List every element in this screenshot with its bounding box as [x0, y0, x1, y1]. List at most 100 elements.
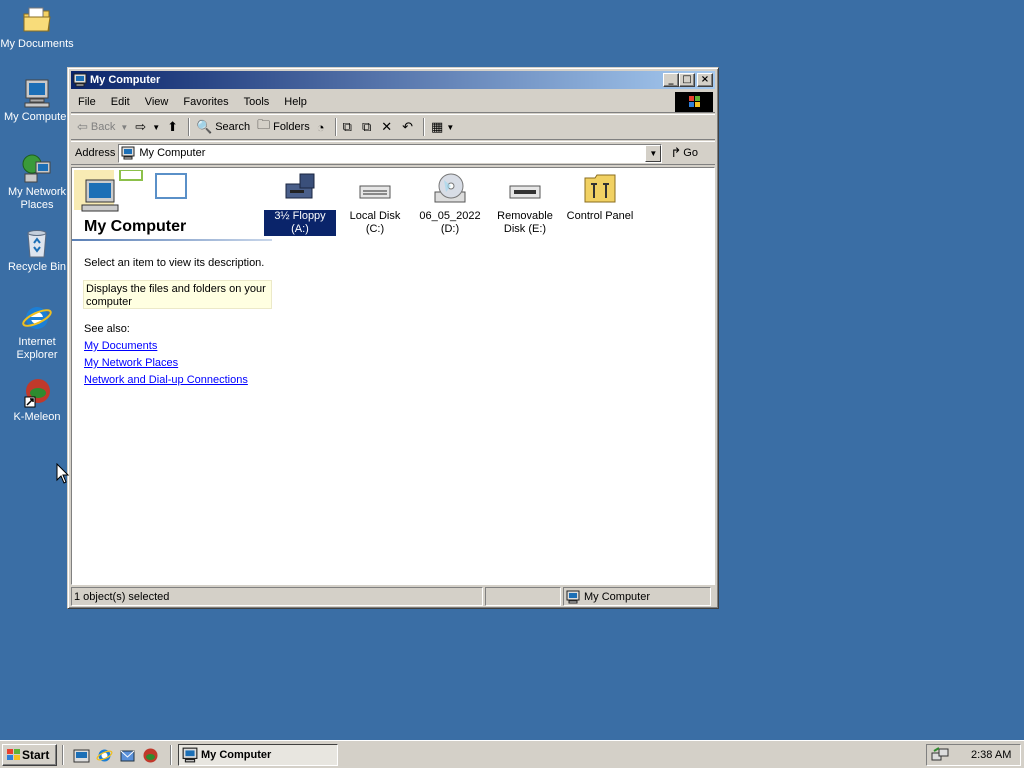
menu-favorites[interactable]: Favorites — [183, 96, 228, 108]
drive-local-c[interactable]: Local Disk (C:) — [339, 172, 411, 236]
go-label: Go — [683, 147, 698, 159]
drive-label: 3½ Floppy (A:) — [263, 209, 337, 237]
desktop-icon-recycle-bin[interactable]: Recycle Bin — [0, 227, 74, 274]
windows-logo — [675, 92, 713, 112]
content-pane: My Computer Select an item to view its d… — [71, 167, 715, 585]
go-button[interactable]: ↱ Go — [670, 145, 698, 161]
history-button[interactable]: ◔ — [317, 120, 328, 135]
standard-toolbar: ⇦ Back ▼ ⇨ ▼ ⬆ 🔍 Search 🗀 Folders ◔ ⧉ ⧉ — [71, 114, 715, 140]
panel-prompt: Select an item to view its description. — [84, 257, 265, 269]
toolbar-separator — [334, 118, 337, 136]
chevron-down-icon[interactable]: ▼ — [120, 123, 128, 132]
link-my-network-places[interactable]: My Network Places — [84, 357, 178, 369]
desktop-icon-internet-explorer[interactable]: Internet Explorer — [0, 302, 74, 362]
close-button[interactable]: × — [697, 73, 713, 87]
copy-to-button[interactable]: ⧉ — [362, 119, 374, 135]
undo-button[interactable]: ↶ — [402, 119, 416, 135]
forward-button[interactable]: ⇨ ▼ — [135, 119, 160, 135]
my-computer-banner-icon — [74, 170, 187, 212]
desktop-icon-my-documents[interactable]: My Documents — [0, 4, 74, 51]
show-desktop-icon[interactable] — [73, 747, 90, 764]
desktop-icon-my-computer[interactable]: My Computer — [0, 77, 74, 124]
drive-label: Control Panel — [566, 210, 634, 222]
k-meleon-icon[interactable] — [142, 747, 159, 764]
panel-description: Displays the files and folders on your c… — [83, 280, 272, 309]
chevron-down-icon[interactable]: ▼ — [152, 123, 160, 132]
back-label: Back — [90, 121, 116, 133]
status-zone-label: My Computer — [584, 590, 651, 603]
start-button[interactable]: Start — [2, 744, 57, 766]
recycle-bin-icon — [27, 230, 47, 258]
drive-floppy-a[interactable]: 3½ Floppy (A:) — [263, 172, 337, 237]
windows-flag-icon — [7, 749, 20, 760]
see-also-label: See also: — [84, 323, 130, 335]
web-view-panel: My Computer Select an item to view its d… — [72, 168, 274, 584]
back-button[interactable]: ⇦ Back ▼ — [77, 119, 128, 135]
menu-help[interactable]: Help — [284, 96, 307, 108]
internet-explorer-icon[interactable] — [96, 747, 113, 764]
folders-label: Folders — [273, 121, 310, 133]
window-title: My Computer — [90, 74, 161, 86]
clock[interactable]: 2:38 AM — [971, 749, 1011, 761]
folders-icon: 🗀 — [257, 117, 271, 132]
address-dropdown-button[interactable]: ▼ — [645, 144, 662, 162]
search-label: Search — [215, 121, 251, 133]
taskbar: Start My Computer 2:38 AM — [0, 740, 1024, 768]
drive-removable-e[interactable]: Removable Disk (E:) — [489, 172, 561, 236]
start-label: Start — [22, 748, 50, 762]
title-bar[interactable]: My Computer _ □ × — [71, 71, 715, 89]
control-panel[interactable]: Control Panel — [564, 172, 636, 223]
address-input[interactable]: My Computer ▼ — [118, 143, 663, 163]
link-network-dialup[interactable]: Network and Dial-up Connections — [84, 374, 248, 386]
menu-edit[interactable]: Edit — [111, 96, 130, 108]
link-my-documents[interactable]: My Documents — [84, 340, 157, 352]
panel-title: My Computer — [84, 218, 187, 235]
folder-documents-icon — [23, 7, 51, 32]
system-tray: 2:38 AM — [926, 744, 1021, 766]
search-button[interactable]: 🔍 Search — [196, 119, 250, 135]
move-to-button[interactable]: ⧉ — [343, 119, 355, 135]
menu-view[interactable]: View — [145, 96, 169, 108]
desktop-icon-label: Recycle Bin — [7, 261, 67, 273]
computer-icon — [121, 146, 135, 160]
drive-cd-d[interactable]: 06_05_2022 (D:) — [414, 172, 486, 236]
folders-button[interactable]: 🗀 Folders — [257, 116, 310, 138]
forward-arrow-icon: ⇨ — [135, 119, 147, 134]
address-value: My Computer — [139, 147, 206, 159]
desktop-icon-my-network-places[interactable]: My Network Places — [0, 152, 74, 212]
mouse-cursor-icon — [56, 463, 70, 484]
menu-file[interactable]: File — [78, 96, 96, 108]
desktop-icon-label: Internet Explorer — [16, 336, 58, 361]
k-meleon-icon — [24, 379, 50, 408]
up-folder-button[interactable]: ⬆ — [167, 119, 181, 135]
status-empty-cell — [485, 587, 561, 606]
status-bar: 1 object(s) selected My Computer — [71, 587, 715, 607]
delete-icon: ✕ — [381, 119, 393, 134]
delete-button[interactable]: ✕ — [381, 119, 395, 135]
taskbar-separator — [170, 745, 172, 765]
internet-explorer-icon — [22, 307, 52, 329]
menu-tools[interactable]: Tools — [244, 96, 270, 108]
maximize-button[interactable]: □ — [679, 73, 695, 87]
status-selection: 1 object(s) selected — [71, 587, 483, 606]
minimize-button[interactable]: _ — [663, 73, 679, 87]
outlook-express-icon[interactable] — [119, 747, 136, 764]
taskbar-button-my-computer[interactable]: My Computer — [178, 744, 338, 766]
chevron-down-icon[interactable]: ▼ — [446, 123, 454, 132]
back-arrow-icon: ⇦ — [77, 119, 88, 134]
views-button[interactable]: ▦ ▼ — [431, 119, 454, 135]
toolbar-separator — [188, 118, 191, 136]
computer-icon — [566, 590, 580, 603]
desktop-icon-label: My Computer — [3, 111, 71, 123]
cd-drive-icon — [434, 173, 466, 203]
hard-disk-icon — [359, 185, 391, 199]
control-panel-icon — [584, 174, 616, 203]
desktop-icon-label: K-Meleon — [13, 411, 61, 423]
drive-label: Removable Disk (E:) — [497, 210, 553, 235]
address-bar: Address My Computer ▼ ↱ Go — [71, 141, 715, 165]
my-computer-window: My Computer _ □ × File Edit View Favorit… — [67, 67, 719, 609]
address-label: Address — [75, 147, 116, 159]
network-connection-icon[interactable] — [931, 747, 949, 763]
desktop-icon-k-meleon[interactable]: K-Meleon — [0, 377, 74, 424]
drive-label: 06_05_2022 (D:) — [419, 210, 481, 235]
